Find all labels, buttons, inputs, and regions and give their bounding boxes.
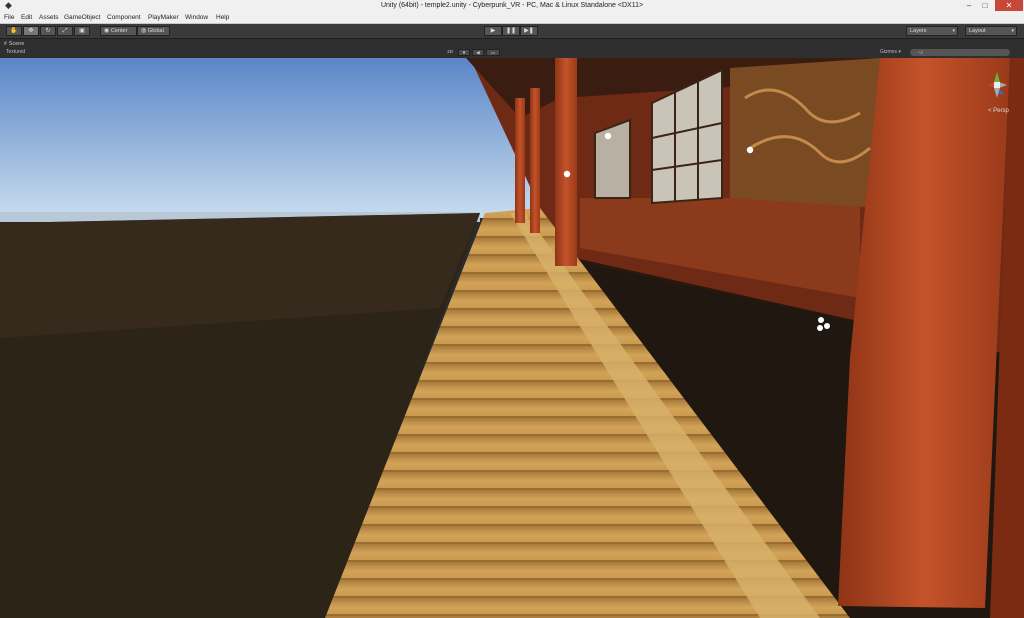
step-button[interactable]: ▶❚ [520,26,538,36]
carved-panel [730,58,880,208]
minimize-button[interactable]: – [962,0,976,11]
gizmos-dropdown[interactable]: Gizmos ▾ [880,48,901,57]
rect-tool-button[interactable]: ▣ [74,26,90,36]
menu-component[interactable]: Component [107,12,141,23]
pillar [515,98,525,223]
speaker-icon: ◀ [476,50,480,55]
effects-toggle[interactable]: ▭ [486,49,500,56]
menu-gameobject[interactable]: GameObject [64,12,101,23]
scene-icon: # [4,41,7,47]
menu-assets[interactable]: Assets [39,12,59,23]
move-icon: ✥ [28,28,34,34]
audio-source-icon[interactable] [818,317,824,323]
menu-window[interactable]: Window [185,12,208,23]
light-icon[interactable] [604,132,612,140]
render-mode-label: Textured [6,49,26,55]
menu-file[interactable]: File [4,12,14,23]
tab-scene[interactable]: # Scene [4,40,24,48]
pivot-toggle[interactable]: ◉ Center [100,26,137,36]
image-icon: ▭ [490,50,496,55]
rotate-tool-button[interactable]: ↻ [40,26,56,36]
sun-icon: ✷ [462,50,466,55]
menu-edit[interactable]: Edit [21,12,32,23]
chevron-down-icon: ▾ [952,28,955,34]
lighting-toggle[interactable]: ✷ [458,49,470,56]
menu-bar: File Edit Assets GameObject Component Pl… [0,12,1024,24]
hand-icon: ✋ [10,28,18,34]
pivot-label: Center [110,28,128,34]
scene-render [0,58,1024,618]
rotate-icon: ↻ [45,28,51,34]
globe-icon: ◍ [141,28,147,34]
pause-button[interactable]: ❚❚ [502,26,520,36]
scene-search-input[interactable]: All [910,49,1010,56]
maximize-button[interactable]: □ [978,0,992,11]
layout-dropdown[interactable]: Layout ▾ [965,26,1017,36]
pivot-icon: ◉ [104,28,110,34]
scene-tab-label: Scene [8,41,25,47]
light-icon[interactable] [563,170,571,178]
menu-help[interactable]: Help [216,12,229,23]
layers-dropdown[interactable]: Layers ▾ [906,26,958,36]
pillar [555,58,577,266]
pillar [530,88,540,233]
chevron-down-icon: ▾ [1011,28,1014,34]
scene-viewport[interactable]: < Persp [0,58,1024,618]
projection-label[interactable]: < Persp [988,108,1009,114]
scene-view-header: # Scene Textured 2D ✷ ◀ ▭ Gizmos ▾ All [0,39,1024,58]
light-icon[interactable] [746,146,754,154]
window-title: Unity (64bit) - temple2.unity - Cyberpun… [380,2,644,9]
layers-label: Layers [910,28,927,34]
rect-icon: ▣ [79,28,85,34]
hand-tool-button[interactable]: ✋ [6,26,22,36]
play-button[interactable]: ▶ [484,26,502,36]
render-mode-dropdown[interactable]: Textured [6,48,25,57]
audio-toggle[interactable]: ◀ [472,49,484,56]
close-button[interactable]: ✕ [995,0,1023,11]
main-toolbar: ✋ ✥ ↻ ⤢ ▣ ◉ Center ◍ Global ▶ ❚❚ ▶❚ Laye… [0,24,1024,39]
scale-icon: ⤢ [62,28,68,34]
menu-playmaker[interactable]: PlayMaker [148,12,179,23]
gizmos-label: Gizmos [880,49,897,55]
layout-label: Layout [969,28,986,34]
move-tool-button[interactable]: ✥ [23,26,39,36]
2d-toggle[interactable]: 2D [444,49,456,56]
space-label: Global [147,28,164,34]
space-toggle[interactable]: ◍ Global [137,26,170,36]
scale-tool-button[interactable]: ⤢ [57,26,73,36]
